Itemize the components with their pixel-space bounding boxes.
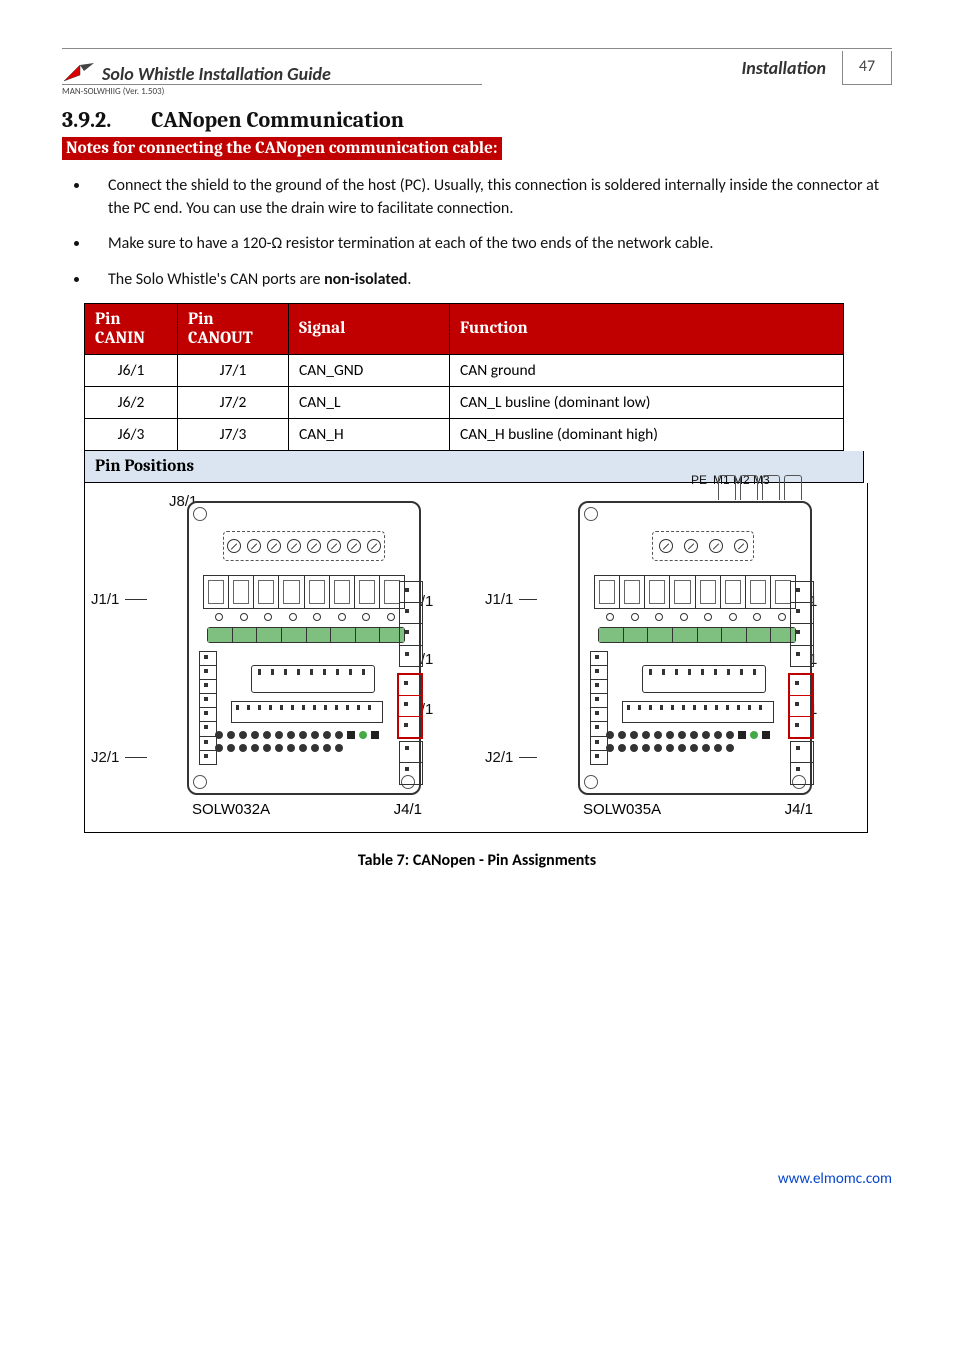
- table-row: J6/1 J7/1 CAN_GND CAN ground: [85, 354, 844, 386]
- mount-hole-icon: [584, 775, 598, 789]
- section-heading: 3.9.2. CANopen Communication: [62, 107, 892, 133]
- table-row: J6/3 J7/3 CAN_H CAN_H busline (dominant …: [85, 418, 844, 450]
- list-item: The Solo Whistle's CAN ports are non-iso…: [90, 268, 892, 291]
- footer-link[interactable]: www.elmomc.com: [62, 1170, 892, 1188]
- connector-j1: [594, 575, 796, 609]
- connector-j5: [790, 741, 814, 785]
- mount-hole-icon: [193, 775, 207, 789]
- cell: CAN_L: [289, 386, 450, 418]
- text: The Solo Whistle's CAN ports are: [108, 270, 324, 289]
- section-number: 3.9.2.: [62, 107, 111, 133]
- diagram-left: J8/1 J1/1 J2/1 J3/1 J7/1 J6/1 J5/1: [97, 501, 461, 818]
- header-right: Installation 47: [741, 51, 892, 85]
- label-j4: J4/1: [394, 801, 422, 818]
- doc-title: Solo Whistle Installation Guide: [102, 63, 331, 85]
- logo-icon: [62, 61, 96, 85]
- th-signal: Signal: [289, 303, 450, 354]
- th-pin: Pin: [85, 303, 178, 329]
- page-number: 47: [842, 51, 892, 85]
- diagram-right: PE M1 M2 M3 J8/1 J1/1 J2/1 J3/1 J7/1 J6/…: [491, 501, 855, 818]
- connector-j3: [251, 665, 375, 693]
- terminal-block: [598, 627, 796, 643]
- label-j2: J2/1: [485, 749, 513, 766]
- power-terminals: [718, 475, 802, 500]
- list-item: Make sure to have a 120-Ω resistor termi…: [90, 232, 892, 255]
- cell: J7/2: [178, 386, 289, 418]
- connector-j7: [790, 581, 814, 667]
- board-outline: [187, 501, 421, 795]
- connector-j6-highlight: [788, 673, 814, 739]
- diagram-footer: SOLW035A J4/1: [583, 801, 813, 818]
- cell: J7/3: [178, 418, 289, 450]
- th-function: Function: [450, 303, 844, 354]
- text-bold: non-isolated: [324, 270, 407, 289]
- section-label: Installation: [741, 57, 826, 79]
- connector-j5: [399, 741, 423, 785]
- cell: CAN_H busline (dominant high): [450, 418, 844, 450]
- leader-line: [125, 757, 147, 758]
- connector-j4: [622, 701, 774, 723]
- version-line: MAN-SOLWHIIG (Ver. 1.503): [62, 84, 482, 97]
- leader-line: [519, 599, 537, 600]
- pin-dots: [207, 613, 403, 621]
- leader-line: [519, 757, 537, 758]
- cell: CAN_H: [289, 418, 450, 450]
- page-header: Solo Whistle Installation Guide Installa…: [62, 48, 892, 97]
- table-header-row: Pin Pin Signal Function: [85, 303, 844, 329]
- board-outline: [578, 501, 812, 795]
- figure-box: J8/1 J1/1 J2/1 J3/1 J7/1 J6/1 J5/1: [84, 483, 868, 833]
- th-canin: CANIN: [85, 329, 178, 355]
- mount-hole-icon: [193, 507, 207, 521]
- terminal-block: [207, 627, 405, 643]
- connector-j6-highlight: [397, 673, 423, 739]
- label-j1: J1/1: [485, 591, 513, 608]
- label-pe: PE: [691, 473, 707, 487]
- page: Solo Whistle Installation Guide Installa…: [0, 0, 954, 1228]
- cell: CAN ground: [450, 354, 844, 386]
- header-row: Solo Whistle Installation Guide Installa…: [62, 48, 892, 85]
- connector-j7: [399, 581, 423, 667]
- table-row: J6/2 J7/2 CAN_L CAN_L busline (dominant …: [85, 386, 844, 418]
- label-j2: J2/1: [91, 749, 119, 766]
- cell: CAN_GND: [289, 354, 450, 386]
- label-j1: J1/1: [91, 591, 119, 608]
- header-left: Solo Whistle Installation Guide: [62, 61, 331, 85]
- connector-j8: [223, 531, 385, 561]
- connector-j2: [606, 731, 776, 771]
- notes-banner: Notes for connecting the CANopen communi…: [62, 137, 502, 160]
- connector-j2: [215, 731, 385, 771]
- th-pin2: Pin: [178, 303, 289, 329]
- cell: J6/2: [85, 386, 178, 418]
- bullet-list: Connect the shield to the ground of the …: [90, 174, 892, 291]
- cell: J7/1: [178, 354, 289, 386]
- connector-j4: [231, 701, 383, 723]
- diagram-footer: SOLW032A J4/1: [192, 801, 422, 818]
- figure-caption: Table 7: CANopen - Pin Assignments: [62, 851, 892, 870]
- text: .: [407, 270, 411, 289]
- mount-hole-icon: [584, 507, 598, 521]
- section-title: CANopen Communication: [151, 107, 404, 133]
- cell: J6/1: [85, 354, 178, 386]
- cell: CAN_L busline (dominant low): [450, 386, 844, 418]
- connector-j1: [203, 575, 405, 609]
- pin-dots: [598, 613, 794, 621]
- list-item: Connect the shield to the ground of the …: [90, 174, 892, 220]
- board-id: SOLW035A: [583, 801, 661, 818]
- pin-table: Pin Pin Signal Function CANIN CANOUT J6/…: [84, 303, 844, 451]
- connector-j8: [652, 531, 754, 561]
- cell: J6/3: [85, 418, 178, 450]
- th-canout: CANOUT: [178, 329, 289, 355]
- leader-line: [125, 599, 147, 600]
- board-id: SOLW032A: [192, 801, 270, 818]
- connector-j3: [642, 665, 766, 693]
- label-j4: J4/1: [785, 801, 813, 818]
